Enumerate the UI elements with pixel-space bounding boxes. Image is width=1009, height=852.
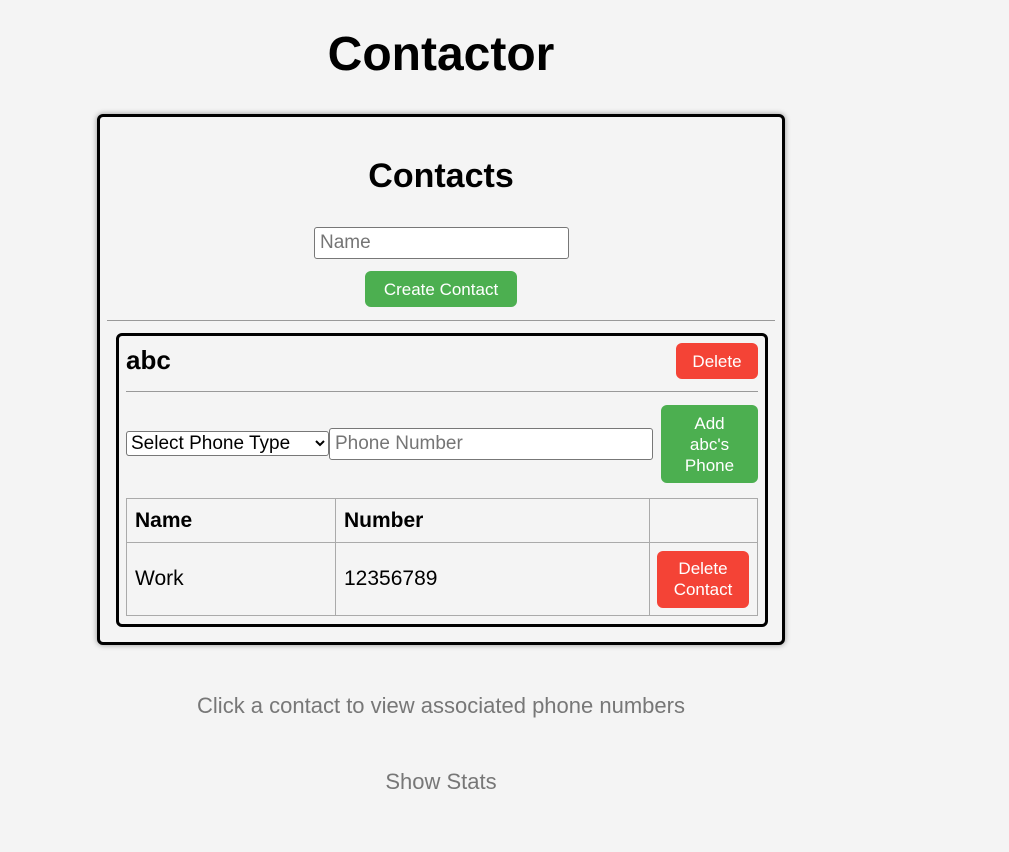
delete-contact-button[interactable]: Delete	[676, 343, 758, 379]
divider	[126, 391, 758, 392]
add-phone-button[interactable]: Add abc's Phone	[661, 405, 758, 483]
app-title: Contactor	[327, 28, 555, 81]
contact-name: abc	[126, 345, 171, 375]
contacts-heading: Contacts	[368, 157, 514, 195]
create-contact-button[interactable]: Create Contact	[365, 271, 517, 307]
name-input[interactable]	[314, 227, 569, 259]
phone-table: Name Number Work 12356789 Delete Contact	[126, 498, 758, 616]
divider	[107, 320, 775, 321]
show-stats-link[interactable]: Show Stats	[0, 769, 882, 795]
header-actions	[649, 498, 758, 543]
header-name: Name	[126, 498, 336, 543]
phone-type-select[interactable]: Select Phone Type	[126, 431, 329, 456]
delete-phone-button[interactable]: Delete Contact	[657, 550, 749, 608]
phone-number-cell: 12356789	[335, 542, 650, 616]
phone-number-input[interactable]	[329, 428, 653, 460]
hint-text: Click a contact to view associated phone…	[197, 693, 685, 718]
contacts-panel: Contacts Create Contact abc Delete Selec…	[97, 114, 785, 645]
table-header-row: Name Number	[126, 498, 758, 543]
header-number: Number	[335, 498, 650, 543]
phone-type-cell: Work	[126, 542, 336, 616]
table-row: Work 12356789 Delete Contact	[126, 542, 758, 616]
contact-card[interactable]: abc Delete Select Phone Type Add abc's P…	[116, 333, 768, 627]
